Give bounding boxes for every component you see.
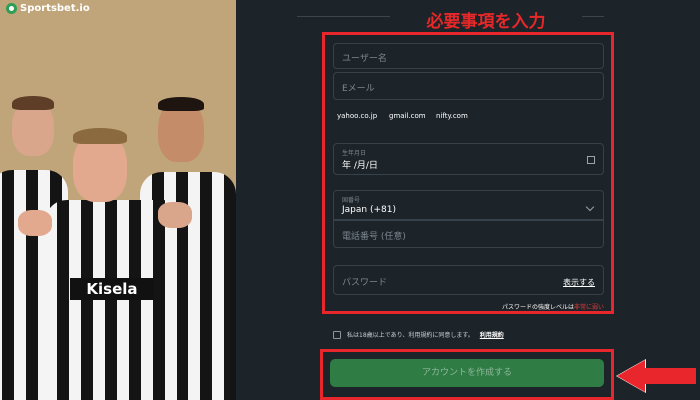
- hero-image: Sportsbet.io Kisela: [0, 0, 236, 400]
- logo-icon: [6, 3, 17, 14]
- dob-input[interactable]: 生年月日 年 /月/日: [333, 143, 604, 175]
- dob-value: 年 /月/日: [342, 161, 378, 171]
- email-placeholder: Eメール: [342, 84, 375, 94]
- password-placeholder: パスワード: [342, 278, 388, 288]
- country-value: Japan (+81): [342, 205, 396, 215]
- terms-text: 私は18歳以上であり、利用規約に同意します。: [347, 332, 474, 339]
- strength-value: 非常に弱い: [573, 304, 604, 311]
- username-input[interactable]: ユーザー名: [333, 43, 604, 69]
- username-placeholder: ユーザー名: [342, 54, 387, 64]
- strength-label: パスワードの強度レベルは: [501, 304, 574, 311]
- dob-label: 生年月日: [342, 150, 367, 157]
- create-account-button[interactable]: アカウントを作成する: [330, 359, 604, 387]
- email-domain-gmail[interactable]: gmail.com: [389, 112, 426, 120]
- calendar-icon[interactable]: [587, 156, 595, 164]
- terms-checkbox[interactable]: [333, 330, 341, 339]
- show-password-link[interactable]: 表示する: [563, 277, 595, 288]
- email-input[interactable]: Eメール: [333, 72, 604, 100]
- terms-row: 私は18歳以上であり、利用規約に同意します。 利用規約: [333, 330, 504, 339]
- brand-logo[interactable]: Sportsbet.io: [6, 3, 90, 14]
- brand-name: Sportsbet.io: [20, 3, 90, 14]
- sponsor-logo: Kisela: [70, 278, 154, 300]
- password-input[interactable]: パスワード 表示する: [333, 265, 604, 295]
- phone-input[interactable]: 電話番号 (任意): [333, 220, 604, 248]
- arrow-body: [644, 368, 696, 384]
- arrow-left-icon: [617, 360, 645, 392]
- country-label: 国番号: [342, 197, 361, 204]
- annotation-heading: 必要事項を入力: [390, 7, 582, 32]
- password-strength: パスワードの強度レベルは非常に弱い: [480, 302, 604, 311]
- country-code-select[interactable]: 国番号 Japan (+81): [333, 190, 604, 220]
- email-domain-yahoo[interactable]: yahoo.co.jp: [337, 112, 377, 120]
- terms-link[interactable]: 利用規約: [480, 330, 504, 339]
- chevron-down-icon: [585, 202, 595, 212]
- email-domain-nifty[interactable]: nifty.com: [436, 112, 468, 120]
- phone-placeholder: 電話番号 (任意): [342, 232, 406, 242]
